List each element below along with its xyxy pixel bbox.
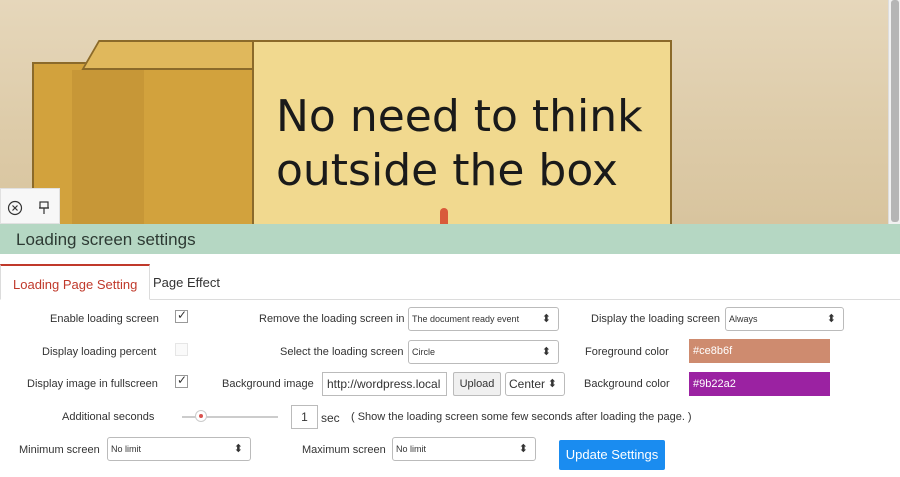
select-arrows-icon: ⬍	[541, 346, 551, 358]
select-arrows-icon: ⬍	[547, 378, 557, 390]
additional-seconds-help: ( Show the loading screen some few secon…	[351, 411, 692, 423]
display-loading-screen-label: Display the loading screen	[591, 313, 721, 325]
remove-loading-in-select[interactable]: The document ready event ⬍	[408, 307, 559, 331]
enable-loading-screen-checkbox[interactable]	[175, 308, 188, 323]
remove-loading-in-label: Remove the loading screen in	[259, 313, 405, 325]
background-image-input[interactable]: http://wordpress.local	[322, 372, 447, 396]
update-settings-button[interactable]: Update Settings	[559, 440, 665, 470]
tab-bar: Loading Page Setting Page Effect	[0, 264, 900, 300]
maximum-screen-label: Maximum screen	[302, 444, 386, 456]
select-arrows-icon: ⬍	[518, 443, 528, 455]
display-loading-percent-checkbox[interactable]	[175, 343, 188, 356]
select-loading-screen-label: Select the loading screen	[280, 346, 404, 358]
box-text-line-2: outside the box	[276, 145, 618, 196]
display-image-fullscreen-label: Display image in fullscreen	[27, 378, 158, 390]
additional-seconds-label: Additional seconds	[62, 411, 155, 423]
select-arrows-icon: ⬍	[826, 313, 836, 325]
seconds-unit: sec	[321, 411, 340, 425]
background-color-swatch[interactable]: #9b22a2	[689, 372, 830, 396]
select-arrows-icon: ⬍	[541, 313, 551, 325]
background-image-label: Background image	[222, 378, 314, 390]
additional-seconds-input[interactable]: 1	[291, 405, 318, 429]
display-loading-screen-select[interactable]: Always ⬍	[725, 307, 844, 331]
foreground-color-swatch[interactable]: #ce8b6f	[689, 339, 830, 363]
background-color-label: Background color	[584, 378, 670, 390]
select-arrows-icon: ⬍	[233, 443, 243, 455]
minimum-screen-value: No limit	[111, 444, 142, 454]
minimum-screen-label: Minimum screen	[19, 444, 100, 456]
remove-loading-in-value: The document ready event	[412, 314, 520, 324]
preview-scrollbar[interactable]	[888, 0, 900, 224]
page-title: Loading screen settings	[16, 230, 196, 249]
loading-dot	[440, 208, 448, 224]
maximum-screen-value: No limit	[396, 444, 427, 454]
display-loading-percent-label: Display loading percent	[42, 346, 157, 358]
display-loading-screen-value: Always	[729, 314, 758, 324]
foreground-color-label: Foreground color	[585, 346, 669, 358]
additional-seconds-slider-thumb[interactable]	[195, 410, 207, 422]
pin-icon[interactable]	[36, 200, 52, 216]
box-text-line-1: No need to think	[276, 91, 643, 142]
upload-button[interactable]: Upload	[453, 372, 501, 396]
select-loading-screen-select[interactable]: Circle ⬍	[408, 340, 559, 364]
background-position-select[interactable]: Center ⬍	[505, 372, 565, 396]
scrollbar-thumb[interactable]	[891, 0, 899, 222]
tab-page-effect[interactable]: Page Effect	[141, 264, 232, 300]
preview-area: No need to think outside the box	[0, 0, 900, 224]
enable-loading-screen-label: Enable loading screen	[50, 313, 159, 325]
background-position-value: Center	[509, 377, 546, 391]
close-circle-icon[interactable]	[7, 200, 23, 216]
settings-header: Loading screen settings	[0, 224, 900, 254]
box-text: No need to think outside the box	[276, 90, 676, 198]
display-image-fullscreen-checkbox[interactable]	[175, 373, 188, 388]
minimum-screen-select[interactable]: No limit ⬍	[107, 437, 251, 461]
select-loading-screen-value: Circle	[412, 347, 436, 357]
tab-loading-page-setting[interactable]: Loading Page Setting	[0, 264, 151, 300]
maximum-screen-select[interactable]: No limit ⬍	[392, 437, 536, 461]
box-tape	[72, 70, 144, 224]
preview-toolbar	[0, 188, 60, 224]
